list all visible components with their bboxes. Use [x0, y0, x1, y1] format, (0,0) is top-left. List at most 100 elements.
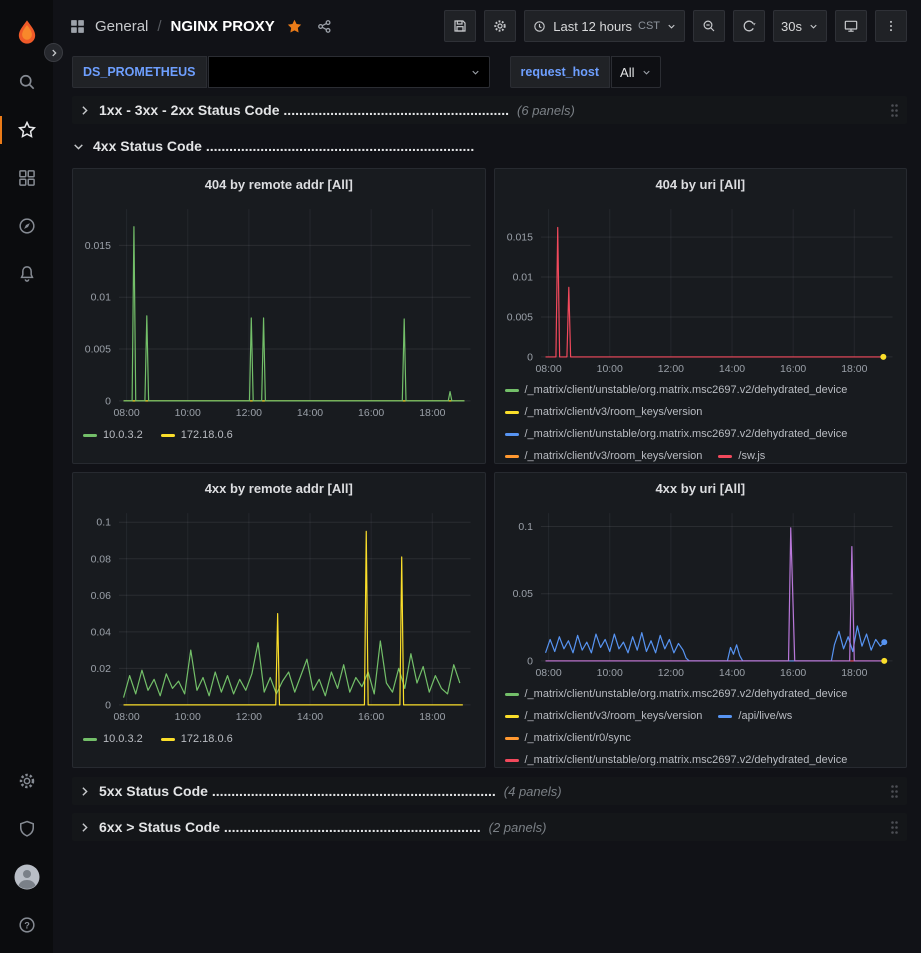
legend-swatch [161, 434, 175, 437]
time-range-picker[interactable]: Last 12 hours CST [524, 10, 685, 42]
legend-label: 172.18.0.6 [181, 429, 233, 441]
chart-legend: /_matrix/client/unstable/org.matrix.msc2… [495, 684, 907, 768]
sidebar-item-alerting[interactable] [0, 250, 53, 298]
tv-mode-button[interactable] [835, 10, 867, 42]
legend-item[interactable]: 10.0.3.2 [83, 733, 143, 745]
svg-text:14:00: 14:00 [297, 712, 323, 723]
datasource-variable: DS_PROMETHEUS [72, 56, 490, 88]
panel-4xx-by-remote-addr: 4xx by remote addr [All] 08:0010:0012:00… [72, 472, 486, 768]
svg-text:0: 0 [527, 352, 533, 363]
legend-item[interactable]: /_matrix/client/v3/room_keys/version [505, 706, 703, 727]
chevron-right-icon [78, 785, 91, 798]
sidebar-item-explore[interactable] [0, 202, 53, 250]
dashboard-settings-button[interactable] [484, 10, 516, 42]
sidebar-item-search[interactable] [0, 58, 53, 106]
legend-swatch [505, 737, 519, 740]
chart-404-by-remote-addr[interactable]: 08:0010:0012:0014:0016:0018:0000.0050.01… [73, 199, 485, 421]
svg-text:08:00: 08:00 [535, 668, 561, 679]
panel-404-by-uri: 404 by uri [All] 08:0010:0012:0014:0016:… [494, 168, 908, 464]
panel-grid: 404 by remote addr [All] 08:0010:0012:00… [72, 168, 907, 768]
refresh-interval-select[interactable]: 30s [773, 10, 827, 42]
breadcrumb-folder[interactable]: General [95, 18, 148, 35]
sidebar-item-dashboards[interactable] [0, 154, 53, 202]
refresh-button[interactable] [733, 10, 765, 42]
legend-item[interactable]: /_matrix/client/r0/sync [505, 728, 631, 749]
legend-swatch [718, 455, 732, 458]
panel-title[interactable]: 404 by remote addr [All] [73, 169, 485, 199]
star-icon [17, 120, 37, 140]
chart-4xx-by-uri[interactable]: 08:0010:0012:0014:0016:0018:0000.050.1 [495, 503, 907, 681]
panel-title[interactable]: 4xx by remote addr [All] [73, 473, 485, 503]
legend-label: /_matrix/client/unstable/org.matrix.msc2… [525, 684, 848, 705]
legend-label: /_matrix/client/v3/room_keys/version [525, 402, 703, 423]
row-drag-handle[interactable] [888, 784, 901, 799]
svg-text:0.06: 0.06 [91, 591, 112, 602]
row-drag-handle[interactable] [888, 103, 901, 118]
legend-item[interactable]: /_matrix/client/v3/room_keys/version [505, 402, 703, 423]
chevron-right-icon [78, 104, 91, 117]
row-drag-handle[interactable] [888, 820, 901, 835]
datasource-select[interactable] [208, 56, 490, 88]
shield-icon [17, 819, 37, 839]
save-dashboard-button[interactable] [444, 10, 476, 42]
grafana-app: ? General / NGINX PROXY [0, 0, 921, 953]
row-6xx-status-code[interactable]: 6xx > Status Code ......................… [72, 813, 907, 841]
clock-icon [532, 19, 547, 34]
svg-text:18:00: 18:00 [419, 712, 445, 723]
row-5xx-status-code[interactable]: 5xx Status Code ........................… [72, 777, 907, 805]
panel-title[interactable]: 404 by uri [All] [495, 169, 907, 199]
sidebar: ? [0, 0, 53, 953]
row-panel-count: (2 panels) [489, 820, 547, 835]
more-options-button[interactable] [875, 10, 907, 42]
legend-item[interactable]: 10.0.3.2 [83, 429, 143, 441]
legend-item[interactable]: /_matrix/client/unstable/org.matrix.msc2… [505, 424, 848, 445]
main-area: General / NGINX PROXY [53, 0, 921, 953]
legend-item[interactable]: 172.18.0.6 [161, 733, 233, 745]
refresh-interval-label: 30s [781, 19, 802, 34]
sidebar-expand-button[interactable] [44, 43, 63, 62]
zoom-out-button[interactable] [693, 10, 725, 42]
legend-label: /sw.js [738, 446, 765, 464]
legend-swatch [505, 389, 519, 392]
chart-legend: 10.0.3.2 172.18.0.6 [73, 733, 485, 745]
legend-item[interactable]: /_matrix/client/unstable/org.matrix.msc2… [505, 684, 848, 705]
svg-text:16:00: 16:00 [358, 712, 384, 723]
svg-text:16:00: 16:00 [358, 408, 384, 419]
panel-title[interactable]: 4xx by uri [All] [495, 473, 907, 503]
legend-item[interactable]: /_matrix/client/v3/room_keys/version [505, 446, 703, 464]
legend-item[interactable]: 172.18.0.6 [161, 429, 233, 441]
row-title-dots: ........................................… [224, 819, 481, 835]
legend-item[interactable]: /api/live/ws [718, 706, 792, 727]
variables-bar: DS_PROMETHEUS request_host All [53, 52, 921, 92]
legend-item[interactable]: /_matrix/client/unstable/org.matrix.msc2… [505, 380, 848, 401]
legend-label: 172.18.0.6 [181, 733, 233, 745]
share-button[interactable] [314, 16, 335, 37]
chart-404-by-uri[interactable]: 08:0010:0012:0014:0016:0018:0000.0050.01… [495, 199, 907, 377]
request-host-select[interactable]: All [611, 56, 661, 88]
svg-text:12:00: 12:00 [236, 408, 262, 419]
sidebar-item-starred[interactable] [0, 106, 53, 154]
legend-swatch [505, 433, 519, 436]
save-icon [452, 18, 468, 34]
sidebar-item-configuration[interactable] [0, 757, 53, 805]
legend-label: /_matrix/client/v3/room_keys/version [525, 446, 703, 464]
legend-label: /_matrix/client/unstable/org.matrix.msc2… [525, 750, 848, 768]
legend-item[interactable]: /_matrix/client/unstable/org.matrix.msc2… [505, 750, 848, 768]
sidebar-item-help[interactable]: ? [0, 901, 53, 949]
chart-4xx-by-remote-addr[interactable]: 08:0010:0012:0014:0016:0018:0000.020.040… [73, 503, 485, 725]
sidebar-item-server-admin[interactable] [0, 805, 53, 853]
legend-swatch [505, 455, 519, 458]
chart-legend: 10.0.3.2 172.18.0.6 [73, 429, 485, 441]
legend-label: /_matrix/client/unstable/org.matrix.msc2… [525, 380, 848, 401]
panel-404-by-remote-addr: 404 by remote addr [All] 08:0010:0012:00… [72, 168, 486, 464]
legend-item[interactable]: /sw.js [718, 446, 765, 464]
favorite-button[interactable] [284, 16, 305, 37]
row-1xx-3xx-2xx-status-code[interactable]: 1xx - 3xx - 2xx Status Code ............… [72, 96, 907, 124]
dashboard-title: NGINX PROXY [171, 18, 275, 35]
top-navbar: General / NGINX PROXY [53, 0, 921, 52]
sidebar-item-profile[interactable] [0, 853, 53, 901]
row-4xx-status-code[interactable]: 4xx Status Code ........................… [72, 132, 907, 160]
navbar-actions: Last 12 hours CST [444, 10, 907, 42]
legend-swatch [83, 434, 97, 437]
svg-text:08:00: 08:00 [113, 712, 139, 723]
